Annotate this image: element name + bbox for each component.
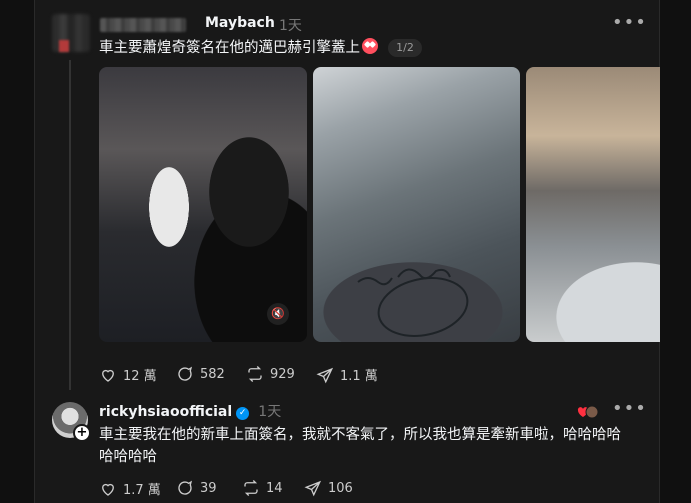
like-button[interactable]: 12 萬 xyxy=(99,365,157,384)
comment-icon xyxy=(178,366,193,381)
post-username[interactable]: Maybach xyxy=(205,15,275,31)
thread-line xyxy=(69,60,71,390)
post-text-content: 車主要蕭煌奇簽名在他的邁巴赫引擎蓋上 xyxy=(99,40,360,56)
signature-drawing xyxy=(357,268,469,337)
share-icon xyxy=(304,480,322,497)
share-count: 106 xyxy=(328,480,353,496)
repost-icon xyxy=(248,366,262,382)
heart-icon xyxy=(102,483,114,496)
comment-button[interactable]: 582 xyxy=(176,365,225,383)
media-image-1[interactable] xyxy=(99,67,307,342)
repost-button[interactable]: 929 xyxy=(246,365,295,383)
post-header: rickyhsiaoofficial ✓ 1天 xyxy=(99,401,281,421)
heart-eyes-emoji-icon xyxy=(362,38,378,54)
post-time[interactable]: 1天 xyxy=(258,404,281,420)
post-text-line-1: 車主要我在他的新車上面簽名，我就不客氣了，所以我也算是牽新車啦，哈哈哈哈 xyxy=(99,427,621,443)
verified-icon: ✓ xyxy=(236,407,250,420)
repost-icon xyxy=(244,480,258,496)
post-time[interactable]: 1天 xyxy=(279,15,302,35)
heart-icon xyxy=(102,369,114,382)
share-icon xyxy=(316,367,334,383)
like-button[interactable]: 1.7 萬 xyxy=(99,479,161,498)
avatar-fragment xyxy=(59,40,69,52)
like-count: 1.7 萬 xyxy=(123,483,161,498)
comment-count: 582 xyxy=(200,366,225,382)
media-image-3[interactable] xyxy=(526,67,660,342)
post-text-line-2: 哈哈哈哈 xyxy=(99,449,157,465)
mute-icon[interactable]: 🔇 xyxy=(267,303,289,325)
media-image-2[interactable] xyxy=(313,67,520,342)
repost-button[interactable]: 14 xyxy=(242,479,283,497)
comment-button[interactable]: 39 xyxy=(176,479,217,497)
share-button[interactable]: 1.1 萬 xyxy=(316,365,378,384)
like-count: 12 萬 xyxy=(123,369,157,384)
media-counter: 1/2 xyxy=(388,39,422,57)
share-count: 1.1 萬 xyxy=(340,369,378,384)
avatar[interactable] xyxy=(52,14,90,52)
post-username[interactable]: rickyhsiaoofficial xyxy=(99,404,232,420)
liked-by-avatar-icon xyxy=(577,404,599,419)
post-text: 車主要我在他的新車上面簽名，我就不客氣了，所以我也算是牽新車啦，哈哈哈哈 哈哈哈… xyxy=(99,424,659,468)
more-icon[interactable]: ••• xyxy=(612,12,647,33)
comment-icon xyxy=(178,480,193,495)
follow-plus-icon[interactable]: + xyxy=(73,424,91,442)
post-text: 車主要蕭煌奇簽名在他的邁巴赫引擎蓋上 xyxy=(99,37,378,59)
repost-count: 14 xyxy=(266,480,283,496)
comment-count: 39 xyxy=(200,480,217,496)
blurred-name xyxy=(100,18,186,32)
more-icon[interactable]: ••• xyxy=(612,398,647,419)
repost-count: 929 xyxy=(270,366,295,382)
share-button[interactable]: 106 xyxy=(304,479,353,497)
